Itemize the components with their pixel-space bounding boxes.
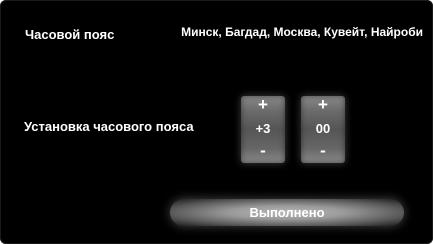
timezone-value: Минск, Багдад, Москва, Кувейт, Найроби bbox=[181, 25, 423, 39]
hours-decrement-button[interactable]: - bbox=[241, 142, 285, 160]
minutes-offset-spinner: + 00 - bbox=[301, 96, 345, 163]
hours-offset-spinner: + +3 - bbox=[241, 96, 285, 163]
done-button[interactable]: Выполнено bbox=[170, 199, 404, 226]
minutes-decrement-button[interactable]: - bbox=[301, 142, 345, 160]
timezone-label: Часовой пояс bbox=[25, 27, 115, 42]
timezone-settings-panel: Часовой пояс Минск, Багдад, Москва, Куве… bbox=[0, 0, 433, 244]
hours-offset-value: +3 bbox=[255, 121, 271, 136]
minutes-increment-button[interactable]: + bbox=[301, 96, 345, 114]
hours-increment-button[interactable]: + bbox=[241, 96, 285, 114]
timezone-setting-label: Установка часового пояса bbox=[24, 119, 194, 134]
minutes-offset-value: 00 bbox=[315, 121, 331, 136]
